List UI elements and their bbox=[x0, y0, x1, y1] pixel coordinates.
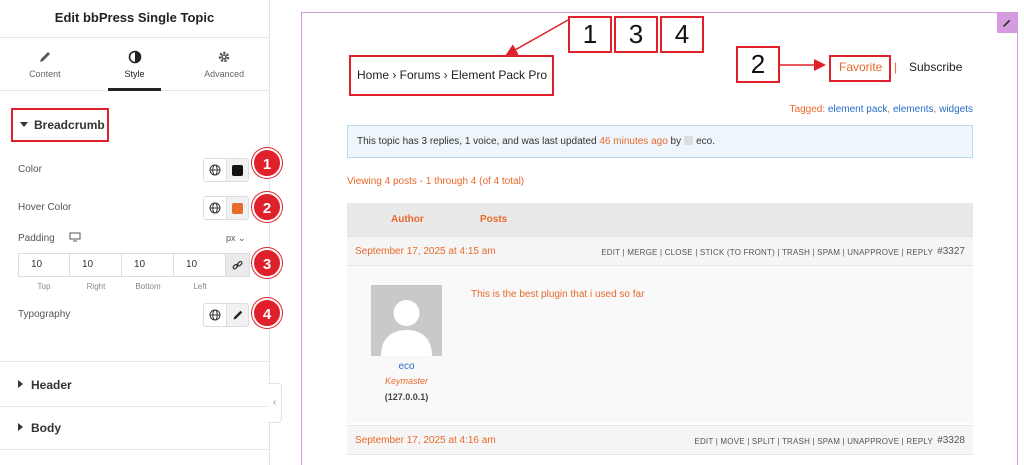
post-permalink[interactable]: #3328 bbox=[937, 435, 965, 446]
link-separator: | bbox=[894, 60, 898, 74]
topic-notice: This topic has 3 replies, 1 voice, and w… bbox=[347, 125, 973, 158]
notice-by: by bbox=[670, 136, 682, 147]
post-admin-links[interactable]: EDIT | MERGE | CLOSE | STICK (TO FRONT) … bbox=[601, 248, 933, 257]
author-ip: (127.0.0.1) bbox=[384, 392, 429, 402]
notice-text: This topic has 3 replies, 1 voice, and w… bbox=[357, 136, 597, 147]
post-admin-links[interactable]: EDIT | MOVE | SPLIT | TRASH | SPAM | UNA… bbox=[694, 437, 933, 446]
post-permalink[interactable]: #3327 bbox=[937, 246, 965, 257]
author-name[interactable]: eco bbox=[371, 361, 442, 372]
tag-link[interactable]: elements bbox=[893, 104, 934, 115]
last-updated-link[interactable]: 46 minutes ago bbox=[599, 136, 667, 147]
post-date: September 17, 2025 at 4:15 am bbox=[355, 246, 496, 257]
post-date: September 17, 2025 at 4:16 am bbox=[355, 435, 496, 446]
header-posts: Posts bbox=[480, 214, 508, 225]
tag-link[interactable]: widgets bbox=[939, 104, 973, 115]
reply-header: September 17, 2025 at 4:16 am EDIT | MOV… bbox=[347, 425, 973, 455]
reply-header: September 17, 2025 at 4:15 am EDIT | MER… bbox=[347, 236, 973, 266]
favorite-link[interactable]: Favorite bbox=[839, 60, 882, 74]
arrow-to-breadcrumb bbox=[505, 19, 569, 56]
breadcrumb[interactable]: Home › Forums › Element Pack Pro bbox=[357, 68, 547, 82]
tagged-label: Tagged: bbox=[789, 104, 826, 115]
pagination-count: Viewing 4 posts - 1 through 4 (of 4 tota… bbox=[347, 176, 525, 187]
replies-header: Author Posts bbox=[347, 203, 973, 236]
post-content: This is the best plugin that i used so f… bbox=[471, 289, 645, 300]
reply-body: eco Keymaster (127.0.0.1) This is the be… bbox=[347, 266, 973, 423]
topic-tags: Tagged: element pack, elements, widgets bbox=[789, 104, 973, 115]
header-author: Author bbox=[391, 214, 424, 225]
notice-user[interactable]: eco. bbox=[696, 136, 715, 147]
subscribe-link[interactable]: Subscribe bbox=[909, 60, 962, 74]
default-avatar-icon bbox=[381, 300, 432, 356]
author-role: Keymaster bbox=[384, 376, 428, 386]
avatar bbox=[684, 136, 694, 145]
tag-link[interactable]: element pack bbox=[828, 104, 887, 115]
avatar[interactable] bbox=[371, 285, 442, 356]
